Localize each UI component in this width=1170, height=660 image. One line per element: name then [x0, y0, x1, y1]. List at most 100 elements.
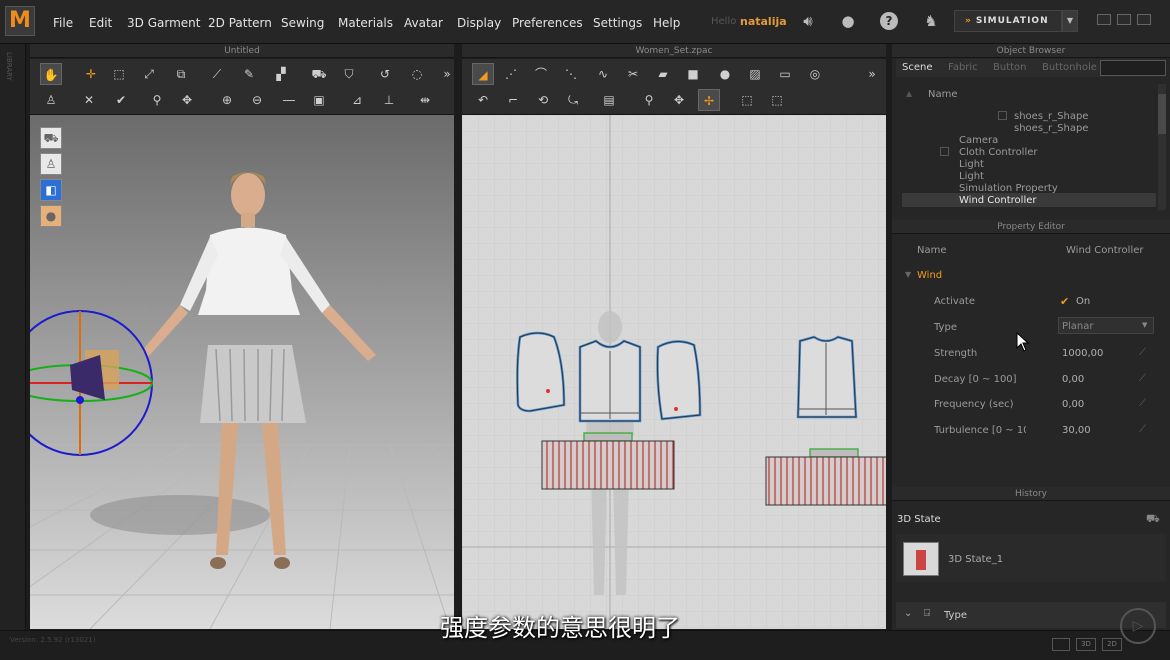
object-search-input[interactable] [1100, 60, 1166, 76]
help-icon[interactable]: ? [880, 12, 898, 30]
dart-icon[interactable]: ↶ [472, 89, 494, 111]
close-button[interactable] [1137, 14, 1151, 25]
tree-item-light-1[interactable]: Light [959, 159, 984, 170]
filter-icon[interactable]: ⍈ [924, 608, 930, 619]
speaker-icon[interactable]: 🔊︎ [799, 12, 817, 30]
move-hand-icon[interactable]: ✋ [40, 63, 62, 85]
sleeve-pattern-right[interactable] [656, 340, 702, 421]
pin-icon[interactable]: ⟋ [206, 63, 228, 85]
menu-materials[interactable]: Materials [338, 16, 393, 30]
expand-cloth-icon[interactable] [940, 147, 949, 156]
more-icon-2d[interactable]: » [866, 63, 878, 85]
wind-controller-gizmo[interactable] [30, 310, 153, 456]
library-strip[interactable] [0, 44, 26, 630]
curve-point-icon[interactable]: ∿ [592, 63, 614, 85]
internal-circle-icon[interactable]: ◎ [804, 63, 826, 85]
frequency-pin-icon[interactable]: ⟋ [1139, 398, 1146, 409]
skin-view-icon[interactable]: ● [40, 205, 62, 227]
menu-2d-pattern[interactable]: 2D Pattern [208, 16, 272, 30]
pattern-icon[interactable]: ✥ [176, 89, 198, 111]
maximize-button[interactable] [1117, 14, 1131, 25]
shirt-icon[interactable]: ⛟ [308, 63, 330, 85]
tape-icon[interactable]: ↺ [374, 63, 396, 85]
tape-2d-icon[interactable]: ▤ [598, 89, 620, 111]
pattern-2d-icon[interactable]: ✥ [668, 89, 690, 111]
view-3d-button[interactable]: 3D [1076, 638, 1096, 651]
internal-polygon-icon[interactable]: ▨ [744, 63, 766, 85]
scroll-thumb[interactable] [1158, 94, 1166, 134]
activate-checkbox[interactable]: ✔ [1060, 295, 1069, 308]
avatar-view-icon[interactable]: ♙ [40, 153, 62, 175]
tree-item-shoes-2[interactable]: shoes_r_Shape [1014, 123, 1088, 134]
measure-icon[interactable]: ⊿ [346, 89, 368, 111]
simulation-dropdown[interactable]: ▼ [1062, 10, 1078, 32]
layout-view-button[interactable] [1052, 638, 1070, 651]
tab-buttonhole[interactable]: Buttonhole [1042, 62, 1097, 73]
avatar-pose-icon[interactable]: ♙ [40, 89, 62, 111]
tab-scene[interactable]: Scene [902, 62, 933, 73]
rectangle-icon[interactable]: ■ [682, 63, 704, 85]
turbulence-pin-icon[interactable]: ⟋ [1139, 424, 1146, 435]
polygon-icon[interactable]: ▰ [652, 63, 674, 85]
tree-item-cloth-controller[interactable]: Cloth Controller [959, 147, 1038, 158]
menu-help[interactable]: Help [653, 16, 680, 30]
select-move-icon[interactable]: ✛ [80, 63, 102, 85]
wind-expand-icon[interactable]: ▼ [905, 270, 911, 279]
edit-curve-icon[interactable]: ⌒ [530, 63, 552, 85]
segment-icon[interactable]: ⤿ [562, 89, 584, 111]
menu-sewing[interactable]: Sewing [281, 16, 324, 30]
pleat-icon[interactable]: ⌐ [502, 89, 524, 111]
menu-3d-garment[interactable]: 3D Garment [127, 16, 200, 30]
chevron-double-icon[interactable]: ⌄ [904, 608, 912, 619]
garment-pin-icon[interactable]: ⚲ [146, 89, 168, 111]
buttonhole-2d-icon[interactable]: ⬚ [766, 89, 788, 111]
fold-icon[interactable]: ⧉ [170, 63, 192, 85]
tree-item-camera[interactable]: Camera [959, 135, 998, 146]
view-2d-button[interactable]: 2D [1102, 638, 1122, 651]
chevron-down-icon[interactable]: ▼ [1142, 321, 1147, 329]
hide-icon[interactable]: ✕ [78, 89, 100, 111]
add-point-icon[interactable]: ⋱ [560, 63, 582, 85]
add-avatar-icon[interactable]: ♞ [922, 12, 940, 30]
internal-rect-icon[interactable]: ▭ [774, 63, 796, 85]
ruler-icon[interactable]: ⊥ [378, 89, 400, 111]
prop-strength-value[interactable]: 1000,00 [1062, 348, 1103, 359]
prop-turbulence-value[interactable]: 30,00 [1062, 425, 1091, 436]
user-icon[interactable]: ● [839, 12, 857, 30]
decay-pin-icon[interactable]: ⟋ [1139, 373, 1146, 384]
check-icon[interactable]: ✔ [110, 89, 132, 111]
grain-icon[interactable]: ✢ [698, 89, 720, 111]
skirt-pattern-back[interactable] [765, 448, 886, 506]
viewport-2d[interactable] [462, 115, 886, 629]
texture-view-icon[interactable]: ◧ [40, 179, 62, 201]
bodice-pattern[interactable] [578, 339, 642, 423]
transform-icon[interactable]: ⤢ [138, 63, 160, 85]
strength-pin-icon[interactable]: ⟋ [1139, 347, 1146, 358]
tree-item-shoes-1[interactable]: shoes_r_Shape [1014, 111, 1088, 122]
lasso-icon[interactable]: ◌ [406, 63, 428, 85]
menu-preferences[interactable]: Preferences [512, 16, 583, 30]
menu-avatar[interactable]: Avatar [404, 16, 443, 30]
sleeve-pattern-left[interactable] [516, 331, 566, 413]
pants-icon[interactable]: ⛉ [338, 63, 360, 85]
cut-icon[interactable]: ✂ [622, 63, 644, 85]
brush-icon[interactable]: ✎ [238, 63, 260, 85]
button-icon[interactable]: ⊕ [216, 89, 238, 111]
buttonhole-icon[interactable]: ⊖ [246, 89, 268, 111]
split-icon[interactable]: ⇹ [414, 89, 436, 111]
button-2d-icon[interactable]: ⬚ [736, 89, 758, 111]
tab-button[interactable]: Button [993, 62, 1027, 73]
tree-item-wind-controller[interactable]: Wind Controller [959, 195, 1037, 206]
menu-edit[interactable]: Edit [89, 16, 112, 30]
menu-file[interactable]: File [53, 16, 73, 30]
menu-display[interactable]: Display [457, 16, 501, 30]
browser-scrollbar[interactable] [1158, 84, 1166, 210]
skirt-pattern-front[interactable] [541, 432, 675, 490]
garment-view-icon[interactable]: ⛟ [40, 127, 62, 149]
sew-icon[interactable]: ⚲ [638, 89, 660, 111]
zipper-icon[interactable]: ▣ [308, 89, 330, 111]
add-state-icon[interactable]: ⛟ [1146, 512, 1160, 527]
prop-decay-value[interactable]: 0,00 [1062, 374, 1084, 385]
circle-icon[interactable]: ● [714, 63, 736, 85]
minimize-button[interactable] [1097, 14, 1111, 25]
